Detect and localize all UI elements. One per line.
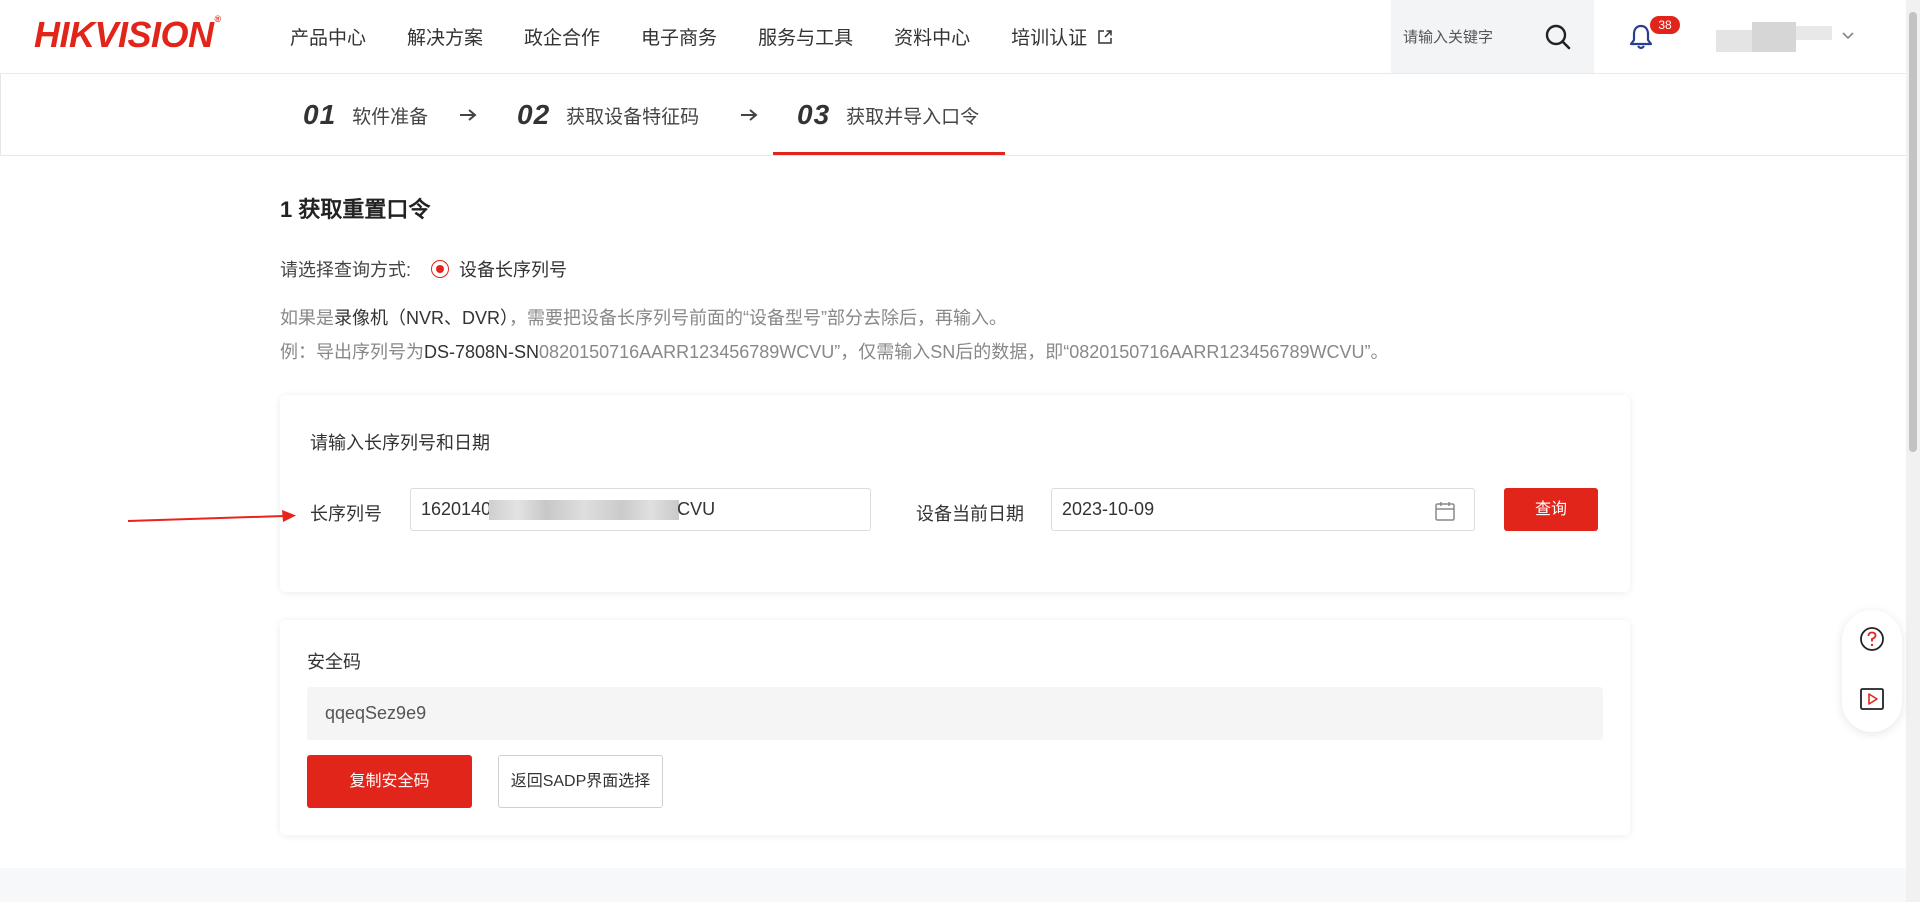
step-label: 获取设备特征码	[566, 106, 700, 128]
annotation-arrow-icon	[127, 510, 296, 522]
step-3[interactable]: 03 获取并导入口令	[797, 74, 979, 156]
notification-badge: 38	[1650, 16, 1680, 34]
hint-text-2: 例：导出序列号为DS-7808N-SN0820150716AARR1234567…	[280, 342, 1389, 362]
step-number: 01	[303, 99, 337, 130]
video-play-icon[interactable]	[1859, 686, 1885, 712]
arrow-right-icon	[741, 109, 758, 121]
serial-date-card: 请输入长序列号和日期 长序列号 1620140 CVU 设备当前日期 2023-1…	[280, 395, 1630, 592]
step-label: 获取并导入口令	[846, 106, 980, 128]
query-method-label: 请选择查询方式:	[280, 260, 412, 280]
nav-item-label: 产品中心	[290, 28, 367, 49]
arrow-right-icon	[460, 109, 477, 121]
nav-item-3[interactable]: 政企合作	[524, 23, 600, 50]
nav-item-label: 电子商务	[641, 28, 718, 49]
search-input[interactable]	[1401, 24, 1545, 50]
step-number: 02	[517, 99, 551, 130]
nav-item-6[interactable]: 资料中心	[894, 23, 970, 50]
help-icon[interactable]	[1859, 626, 1885, 652]
calendar-icon[interactable]	[1434, 500, 1456, 522]
nav-item-label: 政企合作	[524, 28, 601, 49]
search-icon[interactable]	[1543, 22, 1573, 52]
back-to-sadp-button[interactable]: 返回SADP界面选择	[498, 755, 663, 808]
serial-label: 长序列号	[310, 504, 382, 524]
progress-steps: 01 软件准备 02 获取设备特征码 03 获取并导入口令	[0, 74, 1906, 156]
query-button[interactable]: 查询	[1504, 488, 1598, 531]
scrollbar-thumb[interactable]	[1909, 12, 1917, 452]
chevron-down-icon[interactable]	[1840, 28, 1856, 44]
nav-item-7[interactable]: 培训认证	[1011, 23, 1113, 50]
radio-label[interactable]: 设备长序列号	[459, 256, 567, 282]
radio-long-serial[interactable]	[431, 260, 450, 278]
card-title: 请输入长序列号和日期	[310, 433, 490, 453]
nav-item-5[interactable]: 服务与工具	[758, 23, 853, 50]
security-code-title: 安全码	[307, 652, 361, 672]
hikvision-logo[interactable]: HIKVISION®	[34, 14, 221, 56]
copy-code-button[interactable]: 复制安全码	[307, 755, 472, 808]
active-step-indicator	[773, 152, 1005, 155]
nav-item-label: 解决方案	[407, 28, 484, 49]
step-2[interactable]: 02 获取设备特征码	[517, 74, 699, 156]
hint-text-1: 如果是录像机（NVR、DVR），需要把设备长序列号前面的“设备型号”部分去除后，…	[280, 308, 1008, 328]
search-box	[1391, 0, 1594, 73]
avatar[interactable]	[1716, 22, 1832, 52]
nav-item-2[interactable]: 解决方案	[407, 23, 483, 50]
query-method-row: 请选择查询方式: 设备长序列号	[280, 256, 567, 282]
logo-text: HIKVISION	[34, 14, 214, 55]
security-code-value: qqeqSez9e9	[307, 687, 1603, 740]
logo-registered-mark: ®	[214, 14, 222, 24]
step-label: 软件准备	[352, 106, 429, 128]
main-nav: 产品中心 解决方案 政企合作 电子商务 服务与工具 资料中心 培训认证	[290, 0, 1154, 73]
page-title: 1 获取重置口令	[280, 197, 431, 222]
step-1[interactable]: 01 软件准备	[303, 74, 428, 156]
security-code-card: 安全码 qqeqSez9e9 复制安全码 返回SADP界面选择	[280, 620, 1630, 835]
page-bottom-band	[0, 868, 1906, 902]
step-number: 03	[797, 99, 831, 130]
date-input[interactable]: 2023-10-09	[1051, 488, 1475, 531]
serial-input[interactable]: 1620140 CVU	[410, 488, 871, 531]
floating-help-panel	[1842, 610, 1902, 732]
redacted-region	[489, 500, 680, 521]
nav-item-4[interactable]: 电子商务	[641, 23, 717, 50]
external-link-icon	[1098, 29, 1112, 44]
nav-item-1[interactable]: 产品中心	[290, 23, 366, 50]
top-header: HIKVISION® 产品中心 解决方案 政企合作 电子商务 服务与工具 资料中心 培训认证…	[0, 0, 1906, 74]
nav-item-label: 培训认证	[1011, 28, 1088, 49]
date-label: 设备当前日期	[916, 504, 1024, 524]
nav-item-label: 资料中心	[894, 28, 971, 49]
nav-item-label: 服务与工具	[758, 28, 854, 49]
